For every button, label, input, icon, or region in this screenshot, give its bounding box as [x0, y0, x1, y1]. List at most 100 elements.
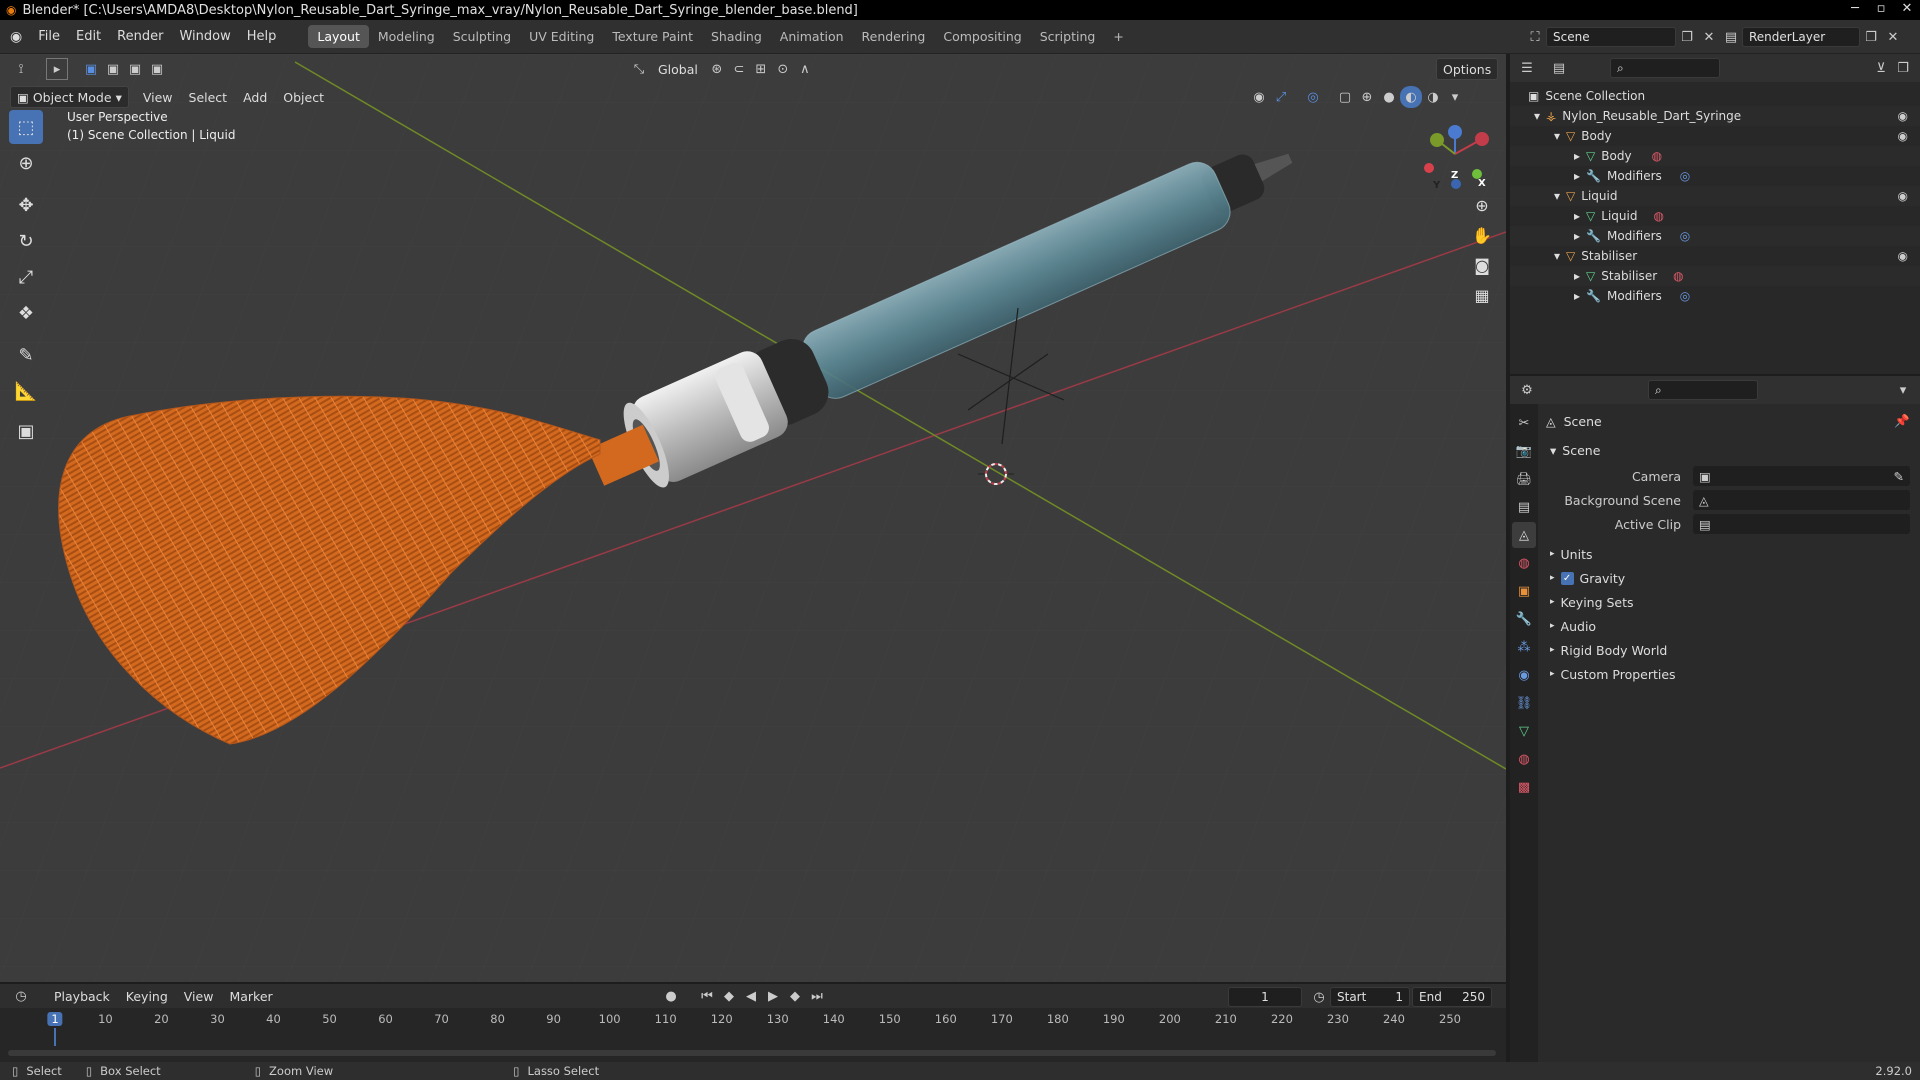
select-mode-icon[interactable]: ▸: [46, 58, 68, 80]
outliner-row-modifiers[interactable]: ▸ 🔧 Modifiers ◎: [1510, 286, 1920, 306]
outliner-row-modifiers[interactable]: ▸ 🔧 Modifiers ◎: [1510, 166, 1920, 186]
gravity-panel-header[interactable]: ▸ ✓ Gravity: [1538, 566, 1920, 590]
pivot-point-icon[interactable]: ⊛: [706, 58, 728, 80]
record-icon[interactable]: ●: [660, 985, 682, 1007]
remove-view-layer-icon[interactable]: ✕: [1882, 26, 1904, 48]
pan-hand-icon[interactable]: ✋: [1469, 222, 1495, 248]
frame-ruler[interactable]: 1 10 20 30 40 50 60 70 80 90 100 110 120 130 140 150 160…: [0, 1008, 1506, 1046]
jump-next-keyframe-icon[interactable]: ◆: [784, 985, 806, 1007]
world-tab-icon[interactable]: ◍: [1512, 550, 1536, 576]
gizmo-toggle-icon[interactable]: ⤢: [1270, 86, 1292, 108]
visibility-icon[interactable]: ◉: [1248, 86, 1270, 108]
new-view-layer-icon[interactable]: ❐: [1860, 26, 1882, 48]
menu-render[interactable]: Render: [109, 29, 171, 44]
display-mode-icon[interactable]: ▤: [1548, 57, 1570, 79]
scale-tool[interactable]: ⤢: [9, 260, 43, 294]
keying-menu[interactable]: Keying: [118, 987, 176, 1006]
close-button[interactable]: ✕: [1894, 0, 1920, 20]
tab-scripting[interactable]: Scripting: [1031, 25, 1105, 48]
expand-arrow-icon[interactable]: ▾: [1554, 189, 1560, 203]
custom-properties-panel-header[interactable]: ▸ Custom Properties: [1538, 662, 1920, 686]
transform-orientation-icon[interactable]: ⤡: [628, 58, 650, 80]
eye-icon[interactable]: ◉: [1898, 189, 1908, 203]
rotate-tool[interactable]: ↻: [9, 224, 43, 258]
material-icon[interactable]: ◍: [1673, 269, 1683, 283]
timeline-scrollbar[interactable]: [8, 1050, 1496, 1056]
outliner-row-mesh-body[interactable]: ▸ ▽ Body ◍: [1510, 146, 1920, 166]
timeline-editor-type-icon[interactable]: ◷: [10, 985, 32, 1007]
minimize-button[interactable]: ─: [1842, 0, 1868, 20]
tab-compositing[interactable]: Compositing: [934, 25, 1030, 48]
scene-selector[interactable]: Scene: [1546, 27, 1676, 47]
eye-icon[interactable]: ◉: [1898, 129, 1908, 143]
background-scene-field[interactable]: ◬: [1693, 490, 1910, 510]
maximize-button[interactable]: ▫: [1868, 0, 1894, 20]
material-tab-icon[interactable]: ◍: [1512, 746, 1536, 772]
solid-shading-icon[interactable]: ●: [1378, 86, 1400, 108]
play-reverse-icon[interactable]: ◀: [740, 985, 762, 1007]
tab-shading[interactable]: Shading: [702, 25, 771, 48]
outliner-row-modifiers[interactable]: ▸ 🔧 Modifiers ◎: [1510, 226, 1920, 246]
current-frame-field[interactable]: 1: [1228, 987, 1302, 1007]
play-icon[interactable]: ▶: [762, 985, 784, 1007]
wireframe-shading-icon[interactable]: ⊕: [1356, 86, 1378, 108]
keying-sets-panel-header[interactable]: ▸ Keying Sets: [1538, 590, 1920, 614]
material-icon[interactable]: ◍: [1653, 209, 1663, 223]
view-layer-selector[interactable]: RenderLayer: [1742, 27, 1860, 47]
expand-arrow-icon[interactable]: ▾: [1554, 249, 1560, 263]
outliner-search-input[interactable]: ⌕: [1610, 58, 1720, 78]
overlays-icon[interactable]: ◎: [1302, 86, 1324, 108]
remove-scene-icon[interactable]: ✕: [1698, 26, 1720, 48]
preview-range-icon[interactable]: ◷: [1308, 986, 1330, 1008]
playback-menu[interactable]: Playback: [46, 987, 118, 1006]
viewport-scene[interactable]: [0, 54, 1506, 982]
active-clip-field[interactable]: ▤: [1693, 514, 1910, 534]
box-select-extend-icon[interactable]: ▣: [102, 58, 124, 80]
end-frame-field[interactable]: End 250: [1412, 987, 1492, 1007]
transform-orientation-dropdown[interactable]: Global: [650, 60, 706, 79]
data-tab-icon[interactable]: ▽: [1512, 718, 1536, 744]
box-select-new-icon[interactable]: ▣: [80, 58, 102, 80]
expand-arrow-icon[interactable]: ▸: [1574, 289, 1580, 303]
outliner-row-object-liquid[interactable]: ▾ ▽ Liquid ◉: [1510, 186, 1920, 206]
output-tab-icon[interactable]: 🖨: [1512, 466, 1536, 492]
blender-menu-icon[interactable]: ◉: [0, 29, 30, 45]
playhead[interactable]: 1: [47, 1012, 63, 1026]
view-menu[interactable]: View: [176, 987, 222, 1006]
menu-view[interactable]: View: [135, 88, 181, 107]
annotate-tool[interactable]: ✎: [9, 338, 43, 372]
add-workspace-button[interactable]: +: [1104, 25, 1132, 48]
material-icon[interactable]: ◍: [1652, 149, 1662, 163]
modifier-icon[interactable]: ◎: [1680, 289, 1690, 303]
tab-layout[interactable]: Layout: [308, 25, 369, 48]
playhead-line[interactable]: [54, 1028, 56, 1046]
units-panel-header[interactable]: ▸ Units: [1538, 542, 1920, 566]
modifier-icon[interactable]: ◎: [1680, 229, 1690, 243]
tool-tab-icon[interactable]: ✂: [1512, 410, 1536, 436]
jump-start-icon[interactable]: ⏮: [696, 985, 718, 1007]
snap-icon[interactable]: ⊂: [728, 58, 750, 80]
material-shading-icon[interactable]: ◐: [1400, 86, 1422, 108]
box-select-intersect-icon[interactable]: ▣: [146, 58, 168, 80]
expand-arrow-icon[interactable]: ▸: [1574, 169, 1580, 183]
menu-edit[interactable]: Edit: [68, 29, 109, 44]
texture-tab-icon[interactable]: ▩: [1512, 774, 1536, 800]
cursor-tool[interactable]: ⊕: [9, 146, 43, 180]
camera-field[interactable]: ▣ ✎: [1693, 466, 1910, 486]
outliner-row-mesh-liquid[interactable]: ▸ ▽ Liquid ◍: [1510, 206, 1920, 226]
gizmo-z-label[interactable]: Z: [1451, 170, 1458, 181]
properties-options-icon[interactable]: ▾: [1892, 379, 1914, 401]
modifier-tab-icon[interactable]: 🔧: [1512, 606, 1536, 632]
outliner-row-mesh-stabiliser[interactable]: ▸ ▽ Stabiliser ◍: [1510, 266, 1920, 286]
marker-menu[interactable]: Marker: [221, 987, 280, 1006]
outliner-row-scene-collection[interactable]: ▣ Scene Collection: [1510, 86, 1920, 106]
jump-prev-keyframe-icon[interactable]: ◆: [718, 985, 740, 1007]
menu-object[interactable]: Object: [275, 88, 332, 107]
audio-panel-header[interactable]: ▸ Audio: [1538, 614, 1920, 638]
new-scene-icon[interactable]: ❐: [1676, 26, 1698, 48]
3d-viewport[interactable]: Z X Y ⟟ ▸ ▣ ▣ ▣ ▣ ⤡ Global ⊛ ⊂ ⊞ ⊙ ∧ Opt…: [0, 54, 1506, 982]
menu-window[interactable]: Window: [171, 29, 238, 44]
add-cube-tool[interactable]: ▣: [9, 414, 43, 448]
new-collection-icon[interactable]: ❐: [1892, 57, 1914, 79]
tab-animation[interactable]: Animation: [771, 25, 853, 48]
